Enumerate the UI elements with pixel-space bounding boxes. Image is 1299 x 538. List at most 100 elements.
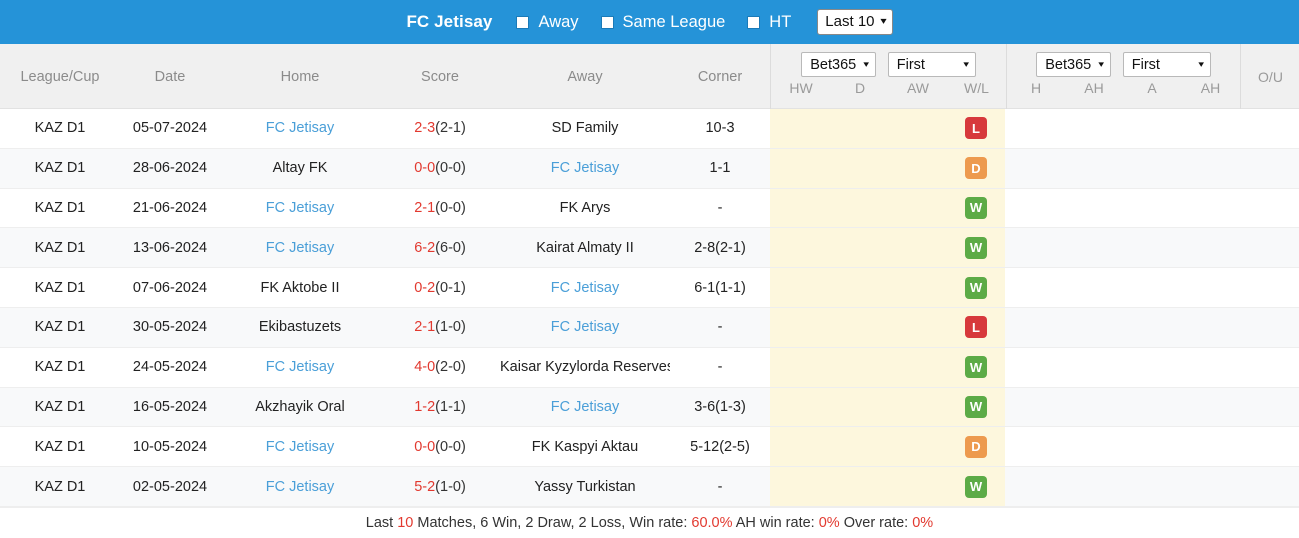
cell-date: 13-06-2024 [132, 239, 208, 256]
match-count-value: Last 10 [825, 13, 875, 30]
cell-score[interactable]: 2-3(2-1) [380, 120, 500, 136]
table-row[interactable]: KAZ D1 05-07-2024 FC Jetisay 2-3(2-1) SD Fam… [0, 109, 1299, 149]
cell-league: KAZ D1 [34, 279, 86, 296]
cell-away[interactable]: FC Jetisay [500, 399, 670, 415]
cell-home[interactable]: FC Jetisay [220, 120, 380, 136]
table-row[interactable]: KAZ D1 10-05-2024 FC Jetisay 0-0(0-0) FK Kas… [0, 427, 1299, 468]
bookmaker-select-ah[interactable]: Bet365 ▾ [1036, 52, 1111, 77]
cell-home: Ekibastuzets [258, 319, 342, 336]
subcolumn-aw[interactable]: AW [889, 80, 947, 96]
match-table-body: KAZ D1 05-07-2024 FC Jetisay 2-3(2-1) SD Fam… [0, 109, 1299, 507]
subcolumn-ah-2[interactable]: AH [1181, 80, 1240, 96]
subcolumn-ah-1[interactable]: AH [1065, 80, 1123, 96]
result-badge: W [965, 475, 987, 498]
row-cells: KAZ D1 10-05-2024 FC Jetisay 0-0(0-0) FK Kas… [0, 427, 770, 466]
summary-ah-label: AH win rate: [732, 514, 819, 531]
cell-corner: 3-6(1-3) [694, 398, 746, 415]
column-header-away[interactable]: Away [500, 69, 670, 85]
cell-league: KAZ D1 [34, 120, 86, 137]
column-header-ou[interactable]: O/U [1240, 44, 1299, 109]
chevron-down-icon: ▾ [963, 59, 970, 69]
cell-corner: - [717, 199, 723, 216]
cell-league: KAZ D1 [34, 239, 86, 256]
column-header-home[interactable]: Home [220, 69, 380, 85]
filter-away[interactable]: Away [516, 13, 579, 32]
subcolumn-wl[interactable]: W/L [947, 80, 1006, 96]
cell-score[interactable]: 5-2(1-0) [380, 479, 500, 495]
cell-away: Kairat Almaty II [536, 239, 634, 256]
filter-same-league[interactable]: Same League [600, 13, 725, 32]
cell-score[interactable]: 0-0(0-0) [380, 439, 500, 455]
odds-group-1x2: Bet365 ▾ First ▾ HW D AW W/L [771, 44, 1006, 109]
cell-score[interactable]: 4-0(2-0) [380, 359, 500, 375]
period-select-1x2[interactable]: First ▾ [887, 52, 976, 77]
result-badge: W [965, 196, 987, 219]
chevron-down-icon: ▾ [863, 59, 870, 69]
table-row[interactable]: KAZ D1 28-06-2024 Altay FK 0-0(0-0) FC Jetis… [0, 148, 1299, 189]
row-cells: KAZ D1 02-05-2024 FC Jetisay 5-2(1-0) Yassy … [0, 467, 770, 506]
summary-record: Matches, 6 Win, 2 Draw, 2 Loss, Win rate… [413, 514, 692, 531]
checkbox-same-league[interactable] [600, 15, 614, 29]
cell-league: KAZ D1 [34, 398, 86, 415]
subcolumn-h[interactable]: H [1007, 80, 1065, 96]
cell-league: KAZ D1 [34, 478, 86, 495]
row-cells: KAZ D1 13-06-2024 FC Jetisay 6-2(6-0) Kairat… [0, 228, 770, 267]
cell-score[interactable]: 0-2(0-1) [380, 280, 500, 296]
cell-home[interactable]: FC Jetisay [220, 479, 380, 495]
cell-date: 24-05-2024 [132, 359, 208, 376]
cell-corner: - [717, 319, 723, 336]
column-header-league[interactable]: League/Cup [0, 69, 120, 85]
table-row[interactable]: KAZ D1 13-06-2024 FC Jetisay 6-2(6-0) Kairat… [0, 228, 1299, 269]
cell-away[interactable]: FC Jetisay [500, 160, 670, 176]
period-select-ah[interactable]: First ▾ [1122, 52, 1211, 77]
subcolumn-d[interactable]: D [831, 80, 889, 96]
row-cells: KAZ D1 05-07-2024 FC Jetisay 2-3(2-1) SD Fam… [0, 109, 770, 148]
bookmaker-select-1x2-value: Bet365 [810, 56, 857, 73]
cell-league: KAZ D1 [34, 160, 86, 177]
cell-away: FK Arys [559, 199, 611, 216]
cell-score[interactable]: 0-0(0-0) [380, 160, 500, 176]
cell-away[interactable]: FC Jetisay [500, 280, 670, 296]
cell-score[interactable]: 6-2(6-0) [380, 240, 500, 256]
column-header-corner[interactable]: Corner [670, 69, 770, 85]
cell-score[interactable]: 2-1(0-0) [380, 200, 500, 216]
filter-ht[interactable]: HT [747, 13, 791, 32]
result-badge: W [965, 236, 987, 259]
cell-home: Akzhayik Oral [255, 398, 345, 415]
result-badge: L [965, 316, 987, 339]
cell-corner: 10-3 [705, 120, 735, 137]
table-row[interactable]: KAZ D1 30-05-2024 Ekibastuzets 2-1(1-0) FC J… [0, 307, 1299, 348]
result-badge: W [965, 395, 987, 418]
table-row[interactable]: KAZ D1 07-06-2024 FK Aktobe II 0-2(0-1) FC J… [0, 268, 1299, 308]
checkbox-away[interactable] [516, 15, 530, 29]
cell-home[interactable]: FC Jetisay [220, 439, 380, 455]
table-row[interactable]: KAZ D1 24-05-2024 FC Jetisay 4-0(2-0) Kaisar… [0, 347, 1299, 388]
table-row[interactable]: KAZ D1 21-06-2024 FC Jetisay 2-1(0-0) FK Ary… [0, 188, 1299, 229]
cell-home[interactable]: FC Jetisay [220, 200, 380, 216]
column-header-score[interactable]: Score [380, 69, 500, 85]
cell-league: KAZ D1 [34, 199, 86, 216]
cell-away[interactable]: FC Jetisay [500, 319, 670, 335]
subcolumn-a[interactable]: A [1123, 80, 1181, 96]
summary-over-label: Over rate: [839, 514, 913, 531]
table-row[interactable]: KAZ D1 02-05-2024 FC Jetisay 5-2(1-0) Yassy … [0, 467, 1299, 507]
cell-date: 30-05-2024 [132, 319, 208, 336]
checkbox-ht[interactable] [747, 15, 761, 29]
subcolumn-hw[interactable]: HW [771, 80, 831, 96]
cell-corner: 2-8(2-1) [694, 239, 746, 256]
cell-date: 10-05-2024 [132, 438, 208, 455]
summary-prefix: Last [365, 514, 398, 531]
cell-home[interactable]: FC Jetisay [220, 240, 380, 256]
cell-home: FK Aktobe II [260, 279, 340, 296]
column-header-date[interactable]: Date [120, 69, 220, 85]
result-badge: D [965, 435, 987, 458]
table-row[interactable]: KAZ D1 16-05-2024 Akzhayik Oral 1-2(1-1) FC … [0, 387, 1299, 428]
match-count-select[interactable]: Last 10 ▾ [817, 9, 893, 35]
bookmaker-select-1x2[interactable]: Bet365 ▾ [801, 52, 876, 77]
cell-score[interactable]: 1-2(1-1) [380, 399, 500, 415]
filter-toolbar: FC Jetisay Away Same League HT Last 10 ▾ [0, 0, 1299, 44]
cell-home[interactable]: FC Jetisay [220, 359, 380, 375]
cell-score[interactable]: 2-1(1-0) [380, 319, 500, 335]
row-cells: KAZ D1 30-05-2024 Ekibastuzets 2-1(1-0) FC J… [0, 308, 770, 347]
chevron-down-icon: ▾ [1198, 59, 1205, 69]
